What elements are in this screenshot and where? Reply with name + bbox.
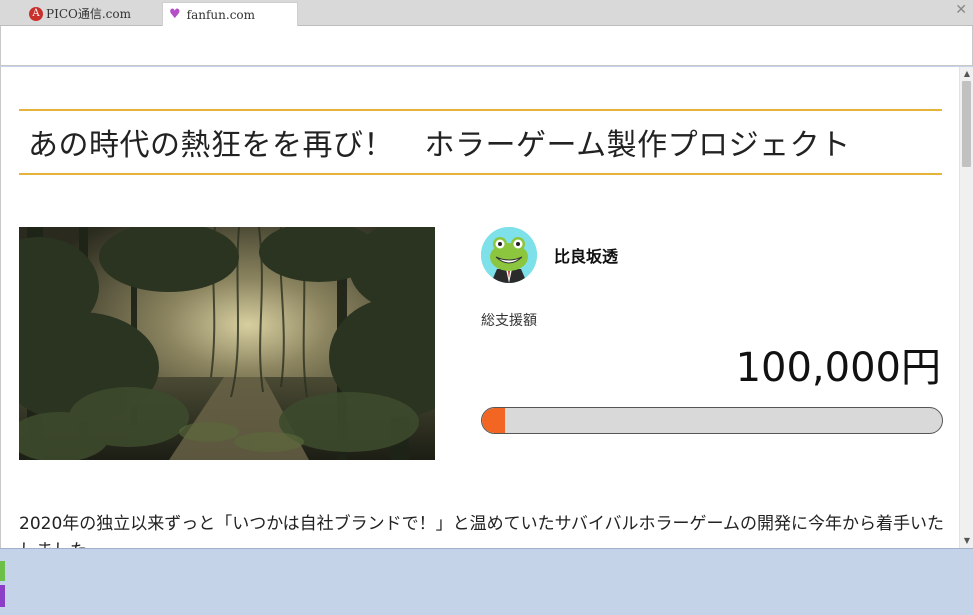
scroll-down-icon[interactable]: ▼ [960, 535, 973, 547]
frog-avatar-icon [481, 227, 537, 283]
tab-label: fanfun.com [186, 7, 256, 22]
total-label: 総支援額 [481, 313, 537, 329]
total-amount: 100,000円 [735, 345, 941, 391]
progress-fill [482, 408, 505, 433]
tab-label: PICO通信.com [46, 7, 131, 21]
browser-tab-bar: A PICO通信.com ♥ fanfun.com ✕ [0, 0, 973, 26]
forest-image [19, 227, 435, 460]
page-viewport: あの時代の熱狂をを再び！ ホラーゲーム製作プロジェクト 比良坂透 総支援額 10… [0, 67, 959, 548]
vertical-scrollbar[interactable]: ▲ ▼ [959, 67, 973, 548]
creator-info[interactable]: 比良坂透 [481, 227, 618, 283]
project-description: 2020年の独立以来ずっと「いつかは自社ブランドで！」と温めていたサバイバルホラ… [19, 514, 945, 548]
creator-name[interactable]: 比良坂透 [554, 243, 618, 267]
taskbar [0, 548, 973, 615]
scroll-up-icon[interactable]: ▲ [960, 68, 973, 80]
avatar[interactable] [481, 227, 537, 283]
taskbar-app-green[interactable] [0, 561, 5, 581]
a-circle-icon: A [29, 6, 43, 21]
address-bar[interactable] [0, 26, 973, 66]
close-icon[interactable]: ✕ [955, 3, 967, 17]
funding-progress-bar [481, 407, 943, 434]
project-hero-image [19, 227, 435, 460]
taskbar-app-purple[interactable] [0, 585, 5, 607]
tab-pico[interactable]: A PICO通信.com [24, 2, 160, 25]
tab-fanfun[interactable]: ♥ fanfun.com [162, 2, 298, 26]
scroll-thumb[interactable] [962, 81, 971, 167]
title-banner: あの時代の熱狂をを再び！ ホラーゲーム製作プロジェクト [19, 109, 942, 175]
page-title: あの時代の熱狂をを再び！ ホラーゲーム製作プロジェクト [28, 128, 851, 163]
heart-icon: ♥ [169, 7, 181, 22]
